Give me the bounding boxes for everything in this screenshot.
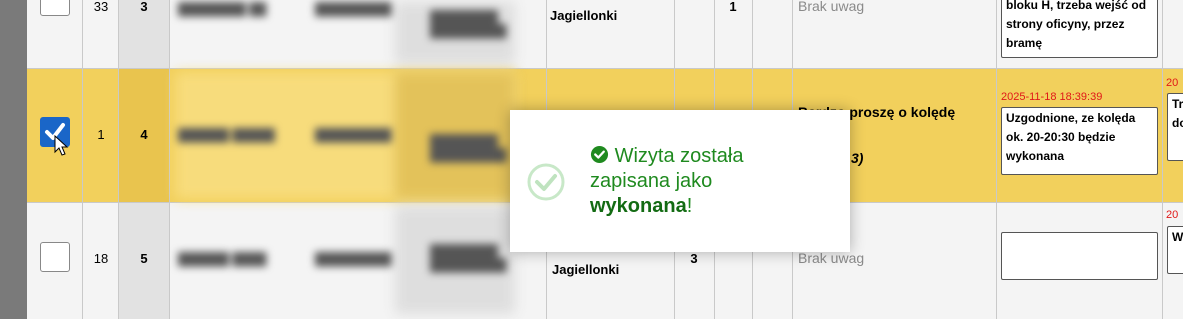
row-order: 5 <box>140 251 148 266</box>
row-divider <box>27 68 1183 69</box>
note-text-suffix: 3) <box>851 150 864 166</box>
redacted-name: ██████ ████ <box>178 252 267 266</box>
row-order: 3 <box>140 0 148 14</box>
column-divider <box>1162 0 1163 319</box>
toast-suffix: ! <box>686 195 693 217</box>
timestamp: 20 <box>1166 77 1179 89</box>
visit-count: 3 <box>690 251 698 266</box>
toast-line-2: zapisana jako <box>590 170 713 192</box>
redacted-name: ████████ ██ <box>178 2 267 16</box>
note-text: Brak uwag <box>798 0 865 14</box>
street-label: Jagiellonki <box>550 8 618 23</box>
comment-field[interactable]: Tr p do <box>1167 93 1183 161</box>
timestamp: 20 <box>1166 209 1179 221</box>
comment-field[interactable] <box>1001 232 1158 280</box>
comment-field[interactable]: Uzgodnione, ze kolęda ok. 20-20:30 będzi… <box>1001 107 1158 175</box>
left-scroll-strip <box>0 0 27 319</box>
mouse-cursor-icon <box>54 135 69 156</box>
toast-status: wykonana <box>590 195 687 217</box>
redacted-name: ██████ █████ <box>178 128 275 142</box>
toast-message: Wizyta została zapisana jako wykonana! <box>590 144 830 219</box>
timestamp: 2025-11-18 18:39:39 <box>1001 91 1103 103</box>
row-index: 18 <box>93 251 109 266</box>
column-divider <box>82 0 83 319</box>
redacted-phone: █████████ <box>315 2 392 16</box>
check-circle-icon <box>590 145 609 164</box>
redacted-address: ████████ █████████ <box>430 134 507 162</box>
comment-field[interactable]: bloku H, trzeba wejść od strony oficyny,… <box>1001 0 1158 58</box>
toast-line-1: Wizyta została <box>614 145 744 167</box>
redacted-address: ████████ █████████ <box>430 10 507 38</box>
column-divider <box>996 0 997 319</box>
row-index: 33 <box>93 0 109 14</box>
redacted-address: ████████ █████████ <box>430 244 507 272</box>
check-circle-icon <box>527 163 565 201</box>
row-select-checkbox[interactable] <box>40 242 70 272</box>
column-divider <box>169 0 170 319</box>
redacted-phone: █████████ <box>315 128 392 142</box>
row-select-checkbox[interactable] <box>40 0 70 16</box>
note-text: Brak uwag <box>798 250 865 266</box>
row-order: 4 <box>140 127 148 142</box>
comment-field[interactable]: W ca <box>1167 226 1183 274</box>
visit-count: 1 <box>729 0 737 14</box>
row-index: 1 <box>97 127 105 142</box>
success-toast[interactable]: Wizyta została zapisana jako wykonana! <box>510 110 850 252</box>
street-label: Jagiellonki <box>552 262 620 277</box>
redacted-phone: █████████ <box>315 252 392 266</box>
column-divider <box>118 0 119 319</box>
